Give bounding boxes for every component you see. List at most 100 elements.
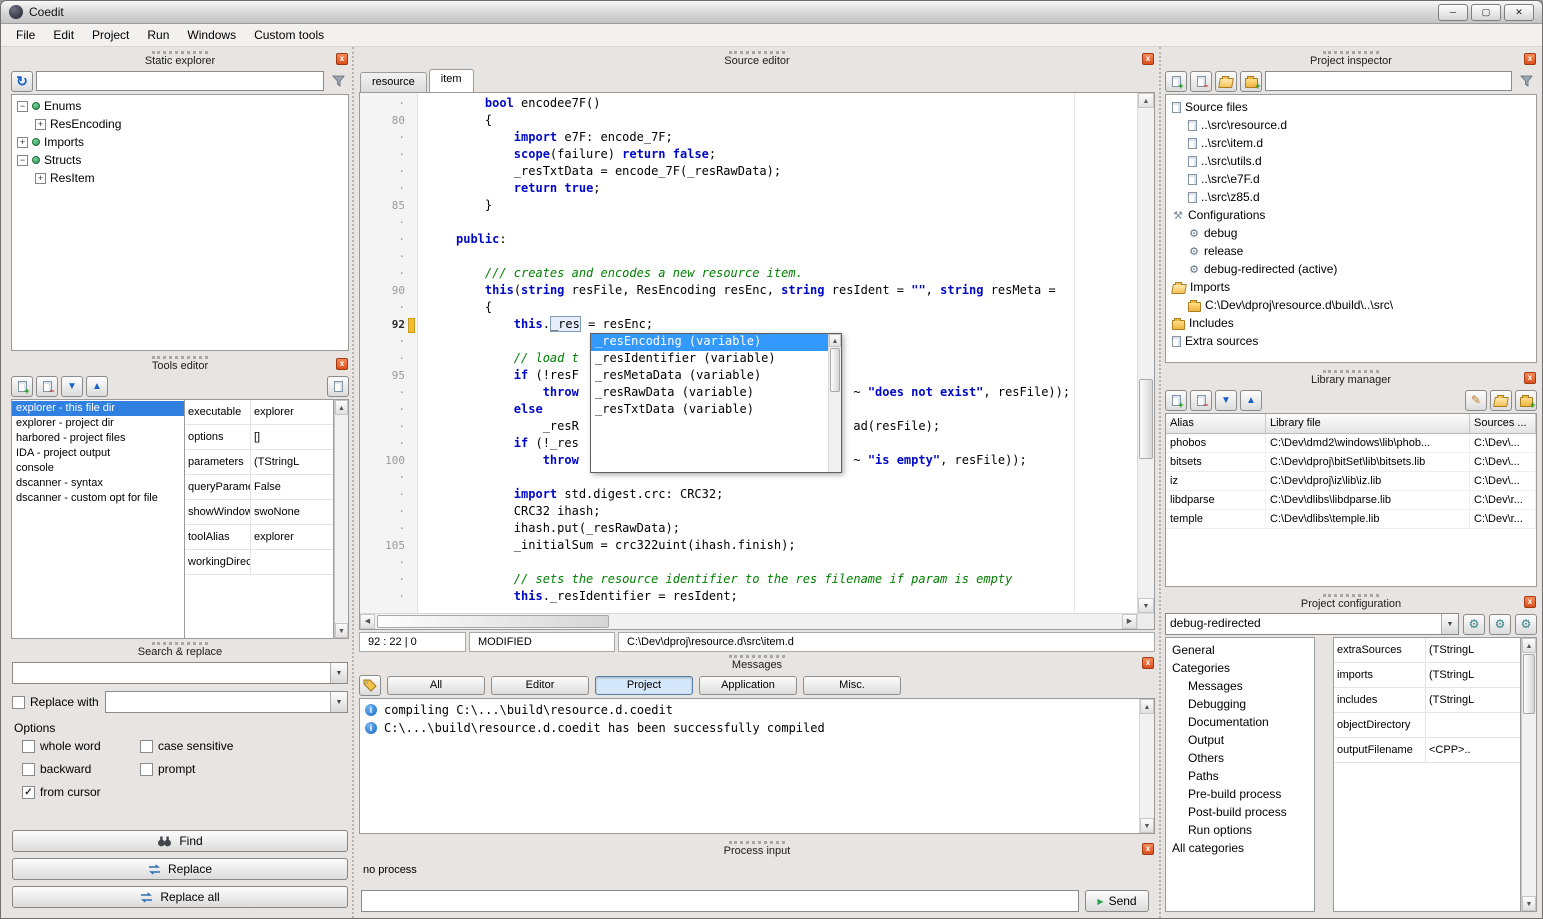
editor-tab-resource[interactable]: resource xyxy=(360,72,427,92)
panel-header[interactable]: Messages x xyxy=(357,654,1157,672)
tool-item[interactable]: harbored - project files xyxy=(12,431,184,446)
panel-header[interactable]: Process input x xyxy=(357,840,1157,858)
drag-grip[interactable] xyxy=(152,642,208,645)
scroll-down-icon[interactable]: ▼ xyxy=(1522,896,1536,911)
checkbox-box[interactable] xyxy=(140,740,153,753)
remove-source-button[interactable] xyxy=(1190,71,1212,92)
symbol-search-input[interactable] xyxy=(36,71,324,91)
code-line[interactable]: this(string resFile, ResEncoding resEnc,… xyxy=(456,282,1137,299)
messages-scrollbar[interactable]: ▲ ▼ xyxy=(1139,699,1154,833)
line-number[interactable]: 85 xyxy=(360,197,417,214)
checkbox-box[interactable] xyxy=(12,696,25,709)
drag-grip[interactable] xyxy=(729,841,785,844)
panel-close-icon[interactable]: x xyxy=(1524,53,1536,65)
panel-close-icon[interactable]: x xyxy=(336,53,348,65)
line-number[interactable]: · xyxy=(360,401,417,418)
find-button[interactable]: Find xyxy=(12,830,348,852)
filter-editor[interactable]: Editor xyxy=(491,676,589,695)
menu-run[interactable]: Run xyxy=(138,25,178,45)
line-number[interactable]: · xyxy=(360,350,417,367)
category-item[interactable]: Categories xyxy=(1166,659,1314,677)
symbol-node[interactable]: +ResEncoding xyxy=(12,115,348,133)
inspector-node[interactable]: Imports xyxy=(1166,278,1536,296)
search-term-value[interactable] xyxy=(13,663,330,683)
collapse-icon[interactable]: − xyxy=(17,101,28,112)
drag-grip[interactable] xyxy=(729,51,785,54)
checkbox-box[interactable] xyxy=(22,763,35,776)
tool-property-value[interactable] xyxy=(251,550,333,574)
clone-tool-button[interactable] xyxy=(327,376,349,397)
scroll-up-icon[interactable]: ▲ xyxy=(1140,699,1154,714)
code-line[interactable]: this._resIdentifier = resIdent; xyxy=(456,588,1137,605)
dropdown-button[interactable]: ▼ xyxy=(1441,614,1458,634)
line-number[interactable]: · xyxy=(360,180,417,197)
replace-button[interactable]: Replace xyxy=(12,858,348,880)
completion-item[interactable]: _resEncoding (variable) xyxy=(591,334,828,351)
line-number[interactable]: 92 xyxy=(360,316,417,333)
remove-tool-button[interactable] xyxy=(36,376,58,397)
code-line[interactable]: // sets the resource identifier to the r… xyxy=(456,571,1137,588)
log-entry[interactable]: iC:\...\build\resource.d.coedit has been… xyxy=(360,719,1138,737)
line-number[interactable]: · xyxy=(360,231,417,248)
categories-button[interactable] xyxy=(359,675,381,696)
line-number[interactable]: · xyxy=(360,384,417,401)
inspector-node[interactable]: Source files xyxy=(1166,98,1536,116)
code-line[interactable]: } xyxy=(456,197,1137,214)
library-from-project-button[interactable] xyxy=(1515,390,1537,411)
inspector-node[interactable]: ..\src\e7F.d xyxy=(1166,170,1536,188)
code-line[interactable]: CRC32 ihash; xyxy=(456,503,1137,520)
library-row[interactable]: templeC:\Dev\dlibs\temple.libC:\Dev\r... xyxy=(1166,510,1536,529)
drag-grip[interactable] xyxy=(152,356,208,359)
drag-grip[interactable] xyxy=(1323,51,1379,54)
clone-configuration-button[interactable]: ⚙ xyxy=(1515,614,1537,635)
tool-item[interactable]: explorer - project dir xyxy=(12,416,184,431)
tool-item[interactable]: dscanner - syntax xyxy=(12,476,184,491)
panel-header[interactable]: Library manager x xyxy=(1163,369,1539,387)
tool-property-value[interactable]: (TStringL xyxy=(251,450,333,474)
code-line[interactable] xyxy=(456,248,1137,265)
left-splitter[interactable] xyxy=(352,47,355,918)
editor-horizontal-scrollbar[interactable]: ◀ ▶ xyxy=(360,613,1137,629)
panel-close-icon[interactable]: x xyxy=(1142,53,1154,65)
move-tool-up-button[interactable]: ▲ xyxy=(86,376,108,397)
panel-header[interactable]: Static explorer x xyxy=(9,50,351,68)
add-tool-button[interactable] xyxy=(11,376,33,397)
checkbox-box[interactable] xyxy=(140,763,153,776)
panel-header[interactable]: Project inspector x xyxy=(1163,50,1539,68)
checkbox-from-cursor[interactable]: ✓from cursor xyxy=(22,785,140,799)
line-number[interactable]: 80 xyxy=(360,112,417,129)
line-number[interactable]: · xyxy=(360,299,417,316)
inspector-node[interactable]: ..\src\item.d xyxy=(1166,134,1536,152)
open-folder-button[interactable] xyxy=(1215,71,1237,92)
edit-library-button[interactable]: ✎ xyxy=(1465,390,1487,411)
symbol-node[interactable]: +Imports xyxy=(12,133,348,151)
panel-header[interactable]: Project configuration x xyxy=(1163,593,1539,611)
category-item[interactable]: Paths xyxy=(1166,767,1314,785)
tool-property-row[interactable]: parameters(TStringL xyxy=(185,450,333,475)
menu-custom-tools[interactable]: Custom tools xyxy=(245,25,333,45)
library-row[interactable]: bitsetsC:\Dev\dproj\bitSet\lib\bitsets.l… xyxy=(1166,453,1536,472)
code-line[interactable]: return true; xyxy=(456,180,1137,197)
completion-item[interactable]: _resMetaData (variable) xyxy=(591,368,828,385)
tool-item[interactable]: dscanner - custom opt for file xyxy=(12,491,184,506)
scroll-right-icon[interactable]: ▶ xyxy=(1122,614,1137,629)
checkbox-prompt[interactable]: prompt xyxy=(140,762,348,776)
line-number[interactable]: · xyxy=(360,418,417,435)
category-item[interactable]: Output xyxy=(1166,731,1314,749)
tool-property-value[interactable]: False xyxy=(251,475,333,499)
drag-grip[interactable] xyxy=(1323,370,1379,373)
config-property-row[interactable]: objectDirectory xyxy=(1334,713,1520,738)
tool-property-value[interactable]: explorer xyxy=(251,400,333,424)
checkbox-case-sensitive[interactable]: case sensitive xyxy=(140,739,348,753)
line-number[interactable]: · xyxy=(360,554,417,571)
scroll-down-icon[interactable]: ▼ xyxy=(1140,818,1154,833)
process-input-field[interactable] xyxy=(361,890,1079,912)
panel-close-icon[interactable]: x xyxy=(1142,843,1154,855)
add-configuration-button[interactable]: ⚙ xyxy=(1463,614,1485,635)
symbol-node[interactable]: +ResItem xyxy=(12,169,348,187)
tool-property-value[interactable]: explorer xyxy=(251,525,333,549)
library-row[interactable]: libdparseC:\Dev\dlibs\libdparse.libC:\De… xyxy=(1166,491,1536,510)
inspector-search-input[interactable] xyxy=(1265,71,1512,91)
config-property-value[interactable]: (TStringL xyxy=(1426,688,1520,712)
configuration-scrollbar[interactable]: ▲ ▼ xyxy=(1521,637,1537,912)
